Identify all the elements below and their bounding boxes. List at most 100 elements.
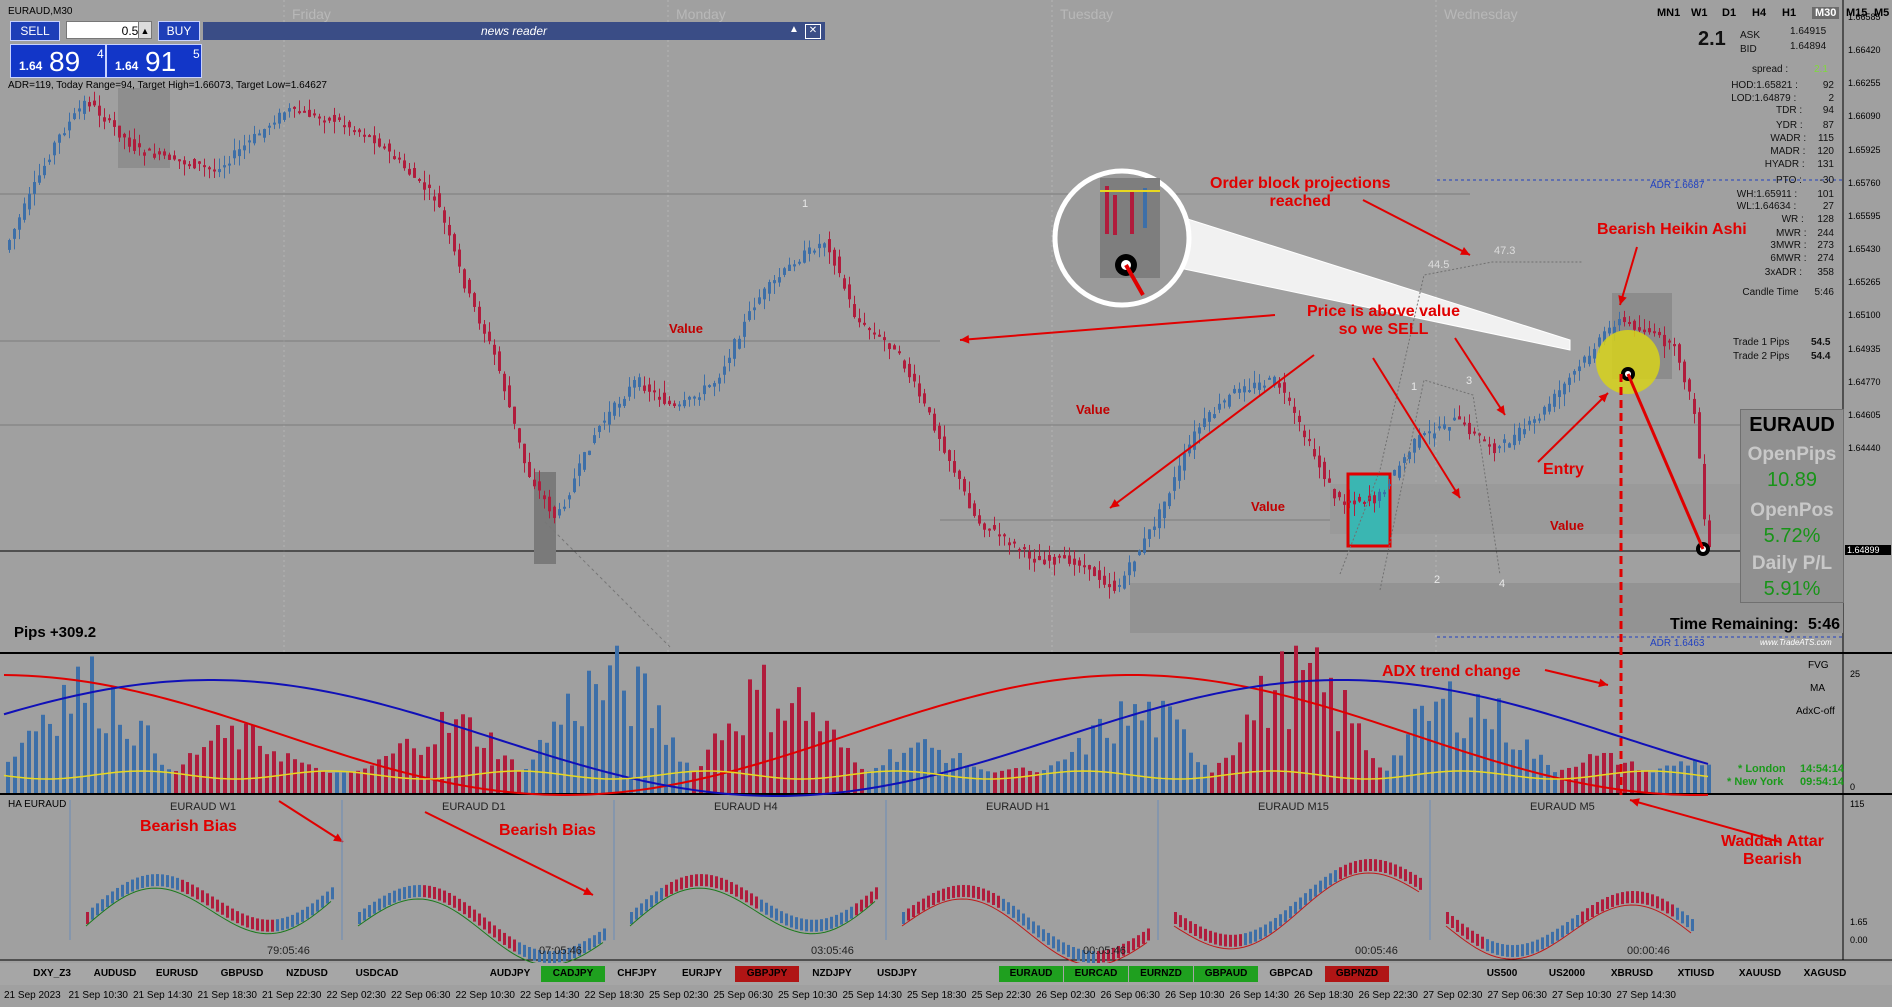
- ha-candle: [670, 881, 673, 894]
- buy-button[interactable]: BUY: [158, 21, 200, 41]
- symbol-eurcad[interactable]: EURCAD: [1064, 966, 1128, 982]
- ha-candle: [398, 888, 401, 901]
- ha-candle: [922, 898, 925, 911]
- candle-body: [1133, 561, 1136, 572]
- candle-body: [568, 495, 571, 500]
- histogram-bar: [83, 702, 87, 793]
- candle-body: [1573, 370, 1576, 375]
- symbol-us500[interactable]: US500: [1470, 966, 1534, 982]
- timeframe-m30[interactable]: M30: [1812, 7, 1840, 19]
- info-row-value: -30: [1819, 175, 1834, 186]
- candle-body: [1103, 575, 1106, 585]
- ha-panel-title: HA EURAUD: [8, 799, 67, 810]
- symbol-xtiusd[interactable]: XTIUSD: [1664, 966, 1728, 982]
- histogram-bar: [1511, 749, 1515, 793]
- symbol-nzdusd[interactable]: NZDUSD: [275, 966, 339, 982]
- fvg-toggle[interactable]: FVG: [1808, 660, 1829, 671]
- ha-candle: [1526, 943, 1529, 956]
- symbol-gbpusd[interactable]: GBPUSD: [210, 966, 274, 982]
- ha-candle: [947, 887, 950, 900]
- ha-candle: [176, 877, 179, 890]
- histogram-bar: [146, 725, 150, 793]
- histogram-bar: [566, 693, 570, 793]
- lot-increase-icon[interactable]: ▲: [138, 21, 152, 39]
- info-row-value: 2: [1828, 93, 1834, 104]
- candle-body: [1578, 366, 1581, 372]
- ha-candle: [478, 913, 481, 926]
- histogram-bar: [594, 684, 598, 793]
- candle-body: [608, 411, 611, 425]
- ha-candle: [1379, 859, 1382, 872]
- symbol-usdjpy[interactable]: USDJPY: [865, 966, 929, 982]
- symbol-audjpy[interactable]: AUDJPY: [478, 966, 542, 982]
- ha-candle: [528, 947, 531, 960]
- candle-body: [1163, 501, 1166, 519]
- candle-body: [243, 145, 246, 151]
- price-tick: 1.66585: [1848, 12, 1881, 22]
- candle-body: [558, 509, 561, 516]
- symbol-eurjpy[interactable]: EURJPY: [670, 966, 734, 982]
- symbol-euraud[interactable]: EURAUD: [999, 966, 1063, 982]
- timeframe-d1[interactable]: D1: [1722, 7, 1736, 19]
- symbol-chfjpy[interactable]: CHFJPY: [605, 966, 669, 982]
- ha-candle: [865, 895, 868, 908]
- collapse-icon[interactable]: ▲: [787, 24, 801, 37]
- candle-body: [593, 435, 596, 444]
- symbol-xagusd[interactable]: XAGUSD: [1793, 966, 1857, 982]
- candle-body: [913, 373, 916, 382]
- symbol-xbrusd[interactable]: XBRUSD: [1600, 966, 1664, 982]
- candle-body: [1123, 575, 1126, 589]
- timeframe-mn1[interactable]: MN1: [1657, 7, 1680, 19]
- symbol-audusd[interactable]: AUDUSD: [83, 966, 147, 982]
- candle-body: [293, 106, 296, 109]
- symbol-usdcad[interactable]: USDCAD: [345, 966, 409, 982]
- symbol-gbpaud[interactable]: GBPAUD: [1194, 966, 1258, 982]
- ha-candle: [725, 879, 728, 892]
- day-label-monday: Monday: [676, 6, 726, 22]
- histogram-bar: [111, 686, 115, 793]
- candle-body: [1168, 493, 1171, 507]
- timeframe-h4[interactable]: H4: [1752, 7, 1766, 19]
- symbol-gbpcad[interactable]: GBPCAD: [1259, 966, 1323, 982]
- info-row-key: MADR :: [1770, 146, 1806, 157]
- candle-body: [1348, 500, 1351, 503]
- symbol-dxy_z3[interactable]: DXY_Z3: [20, 966, 84, 982]
- chart-canvas[interactable]: [0, 0, 1892, 1007]
- histogram-bar: [321, 771, 325, 793]
- candle-body: [808, 247, 811, 254]
- ha-candle: [1651, 894, 1654, 907]
- ha-candle: [1334, 870, 1337, 883]
- symbol-cadjpy[interactable]: CADJPY: [541, 966, 605, 982]
- sell-price-box[interactable]: 1.64 89 4: [10, 44, 106, 78]
- histogram-bar: [1259, 675, 1263, 793]
- histogram-bar: [1070, 751, 1074, 793]
- ma-toggle[interactable]: MA: [1810, 683, 1825, 694]
- symbol-us2000[interactable]: US2000: [1535, 966, 1599, 982]
- candle-body: [1183, 453, 1186, 471]
- symbol-nzdjpy[interactable]: NZDJPY: [800, 966, 864, 982]
- news-reader-bar[interactable]: news reader ▲ ✕: [203, 22, 825, 40]
- symbol-eurnzd[interactable]: EURNZD: [1129, 966, 1193, 982]
- timeframe-w1[interactable]: W1: [1691, 7, 1708, 19]
- ha-candle: [86, 912, 89, 924]
- sell-button[interactable]: SELL: [10, 21, 60, 41]
- candle-body: [1143, 538, 1146, 553]
- symbol-gbpjpy[interactable]: GBPJPY: [735, 966, 799, 982]
- candle-body: [1288, 397, 1291, 402]
- candle-body: [1523, 429, 1526, 435]
- buy-price-box[interactable]: 1.64 91 5: [106, 44, 202, 78]
- candle-body: [1328, 478, 1331, 483]
- symbol-xauusd[interactable]: XAUUSD: [1728, 966, 1792, 982]
- candle-body: [1388, 484, 1391, 487]
- close-icon[interactable]: ✕: [805, 24, 821, 39]
- candle-body: [703, 385, 706, 395]
- symbol-gbpnzd[interactable]: GBPNZD: [1325, 966, 1389, 982]
- ha-candle: [603, 928, 606, 941]
- candle-body: [793, 264, 796, 267]
- candle-body: [328, 117, 331, 121]
- candle-body: [1308, 438, 1311, 442]
- candle-body: [478, 306, 481, 324]
- symbol-eurusd[interactable]: EURUSD: [145, 966, 209, 982]
- adx-toggle[interactable]: AdxC-off: [1796, 706, 1835, 717]
- timeframe-h1[interactable]: H1: [1782, 7, 1796, 19]
